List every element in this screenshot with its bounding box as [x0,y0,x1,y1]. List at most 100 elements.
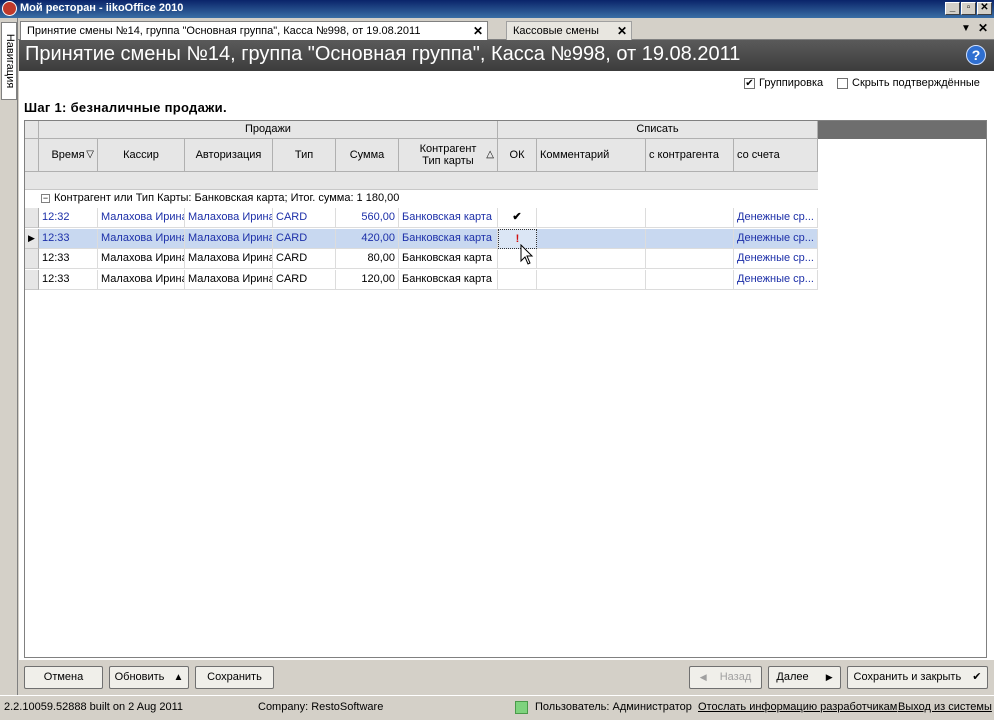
cell-ok[interactable] [498,269,537,290]
table-row[interactable]: 12:32 Малахова Ирина Малахова Ирина CARD 560… [25,208,818,228]
cell-type[interactable]: CARD [273,228,336,249]
checkmark-icon: ✔ [972,671,982,683]
next-button[interactable]: Далее ▶ [768,666,841,689]
filter-icon[interactable]: ▽ [86,149,94,161]
group-label: Контрагент или Тип Карты: Банковская кар… [54,192,400,204]
page-title: Принятие смены №14, группа "Основная гру… [19,40,994,71]
ok-warning-icon[interactable]: ! [498,228,537,249]
logout-link[interactable]: Выход из системы [898,701,992,713]
dropdown-arrow-icon: ▲ [173,672,184,683]
cancel-button[interactable]: Отмена [24,666,103,689]
window-title: Мой ресторан - iikoOffice 2010 [20,2,184,14]
cell-with-contractor[interactable] [646,208,734,228]
col-cashier[interactable]: Кассир [98,139,185,172]
cell-sum[interactable]: 420,00 [336,228,399,249]
cell-from-account[interactable]: Денежные ср... [734,228,818,249]
cell-time[interactable]: 12:33 [39,228,98,249]
cell-cashier[interactable]: Малахова Ирина [98,208,185,228]
cell-time[interactable]: 12:33 [39,269,98,290]
col-time[interactable]: Время ▽ [39,139,98,172]
row-indicator[interactable]: ▶ [25,228,39,249]
cell-auth[interactable]: Малахова Ирина [185,228,273,249]
cell-auth[interactable]: Малахова Ирина [185,269,273,290]
header-indicator [25,139,39,172]
cell-comment[interactable] [537,269,646,290]
cell-cashier[interactable]: Малахова Ирина [98,228,185,249]
sort-ascending-icon[interactable]: △ [486,149,494,161]
tabbar-close-icon[interactable]: ✕ [978,21,988,35]
col-comment[interactable]: Комментарий [537,139,646,172]
hide-confirmed-checkbox[interactable]: Скрыть подтверждённые [837,77,980,89]
page-title-text: Принятие смены №14, группа "Основная гру… [25,43,741,65]
grouping-checkbox[interactable]: ✔ Группировка [744,77,823,89]
col-with-contractor[interactable]: с контрагента [646,139,734,172]
ok-checkmark-icon[interactable]: ✔ [498,208,537,228]
cell-comment[interactable] [537,208,646,228]
user-info: Пользователь: Администратор [535,701,692,713]
table-row[interactable]: 12:33 Малахова Ирина Малахова Ирина CARD 120… [25,269,818,290]
save-and-close-label: Сохранить и закрыть [853,671,962,683]
group-row[interactable]: − Контрагент или Тип Карты: Банковская ка… [25,190,818,206]
cell-time[interactable]: 12:33 [39,249,98,269]
col-sum[interactable]: Сумма [336,139,399,172]
row-indicator[interactable] [25,249,39,269]
col-from-account[interactable]: со счета [734,139,818,172]
cell-sum[interactable]: 560,00 [336,208,399,228]
save-button[interactable]: Сохранить [195,666,274,689]
cell-ok[interactable] [498,249,537,269]
maximize-button[interactable]: ▫ [961,2,976,15]
cell-from-account[interactable]: Денежные ср... [734,269,818,290]
row-indicator[interactable] [25,269,39,290]
cell-from-account[interactable]: Денежные ср... [734,208,818,228]
cell-type[interactable]: CARD [273,249,336,269]
col-contractor[interactable]: Контрагент Тип карты △ [399,139,498,172]
next-label: Далее [776,671,809,683]
close-window-button[interactable]: ✕ [977,2,992,15]
cell-card-type[interactable]: Банковская карта [399,249,498,269]
cell-from-account[interactable]: Денежные ср... [734,249,818,269]
col-ok[interactable]: ОК [498,139,537,172]
tab-close-icon[interactable]: ✕ [617,24,627,38]
group-panel [25,172,818,190]
grouping-label: Группировка [759,77,824,89]
cell-card-type[interactable]: Банковская карта [399,228,498,249]
row-indicator[interactable] [25,208,39,228]
cell-cashier[interactable]: Малахова Ирина [98,249,185,269]
cell-time[interactable]: 12:32 [39,208,98,228]
cell-with-contractor[interactable] [646,249,734,269]
help-icon[interactable]: ? [966,45,986,65]
cell-auth[interactable]: Малахова Ирина [185,249,273,269]
cell-cashier[interactable]: Малахова Ирина [98,269,185,290]
tab-cash-shifts[interactable]: Кассовые смены ✕ [506,21,632,40]
send-info-link[interactable]: Отослать информацию разработчикам [698,701,897,713]
sales-grid: Продажи Списать Время ▽ Кассир Авторизац… [24,120,987,658]
table-row[interactable]: ▶ 12:33 Малахова Ирина Малахова Ирина CARD 42… [25,228,818,249]
cell-with-contractor[interactable] [646,228,734,249]
cell-type[interactable]: CARD [273,208,336,228]
cell-sum[interactable]: 80,00 [336,249,399,269]
col-type[interactable]: Тип [273,139,336,172]
cell-type[interactable]: CARD [273,269,336,290]
table-row[interactable]: 12:33 Малахова Ирина Малахова Ирина CARD 80,… [25,249,818,269]
col-auth[interactable]: Авторизация [185,139,273,172]
col-contractor-line2: Тип карты [422,155,474,167]
tab-shift-acceptance[interactable]: Принятие смены №14, группа "Основная гру… [20,21,488,40]
tab-close-icon[interactable]: ✕ [473,24,483,38]
back-button[interactable]: ◀ Назад [689,666,762,689]
collapse-icon[interactable]: − [41,193,50,203]
step-heading: Шаг 1: безналичные продажи. [24,100,227,115]
cell-comment[interactable] [537,228,646,249]
minimize-button[interactable]: _ [945,2,960,15]
cell-with-contractor[interactable] [646,269,734,290]
save-and-close-button[interactable]: Сохранить и закрыть ✔ [847,666,988,689]
cell-card-type[interactable]: Банковская карта [399,269,498,290]
cell-comment[interactable] [537,249,646,269]
window-titlebar: Мой ресторан - iikoOffice 2010 _ ▫ ✕ [0,0,994,18]
navigation-tab[interactable]: Навигация [1,22,17,100]
cell-sum[interactable]: 120,00 [336,269,399,290]
cell-auth[interactable]: Малахова Ирина [185,208,273,228]
tab-list-dropdown-icon[interactable]: ▼ [961,23,971,34]
cell-card-type[interactable]: Банковская карта [399,208,498,228]
next-arrow-icon: ▶ [825,672,833,682]
refresh-button[interactable]: Обновить ▲ [109,666,189,689]
